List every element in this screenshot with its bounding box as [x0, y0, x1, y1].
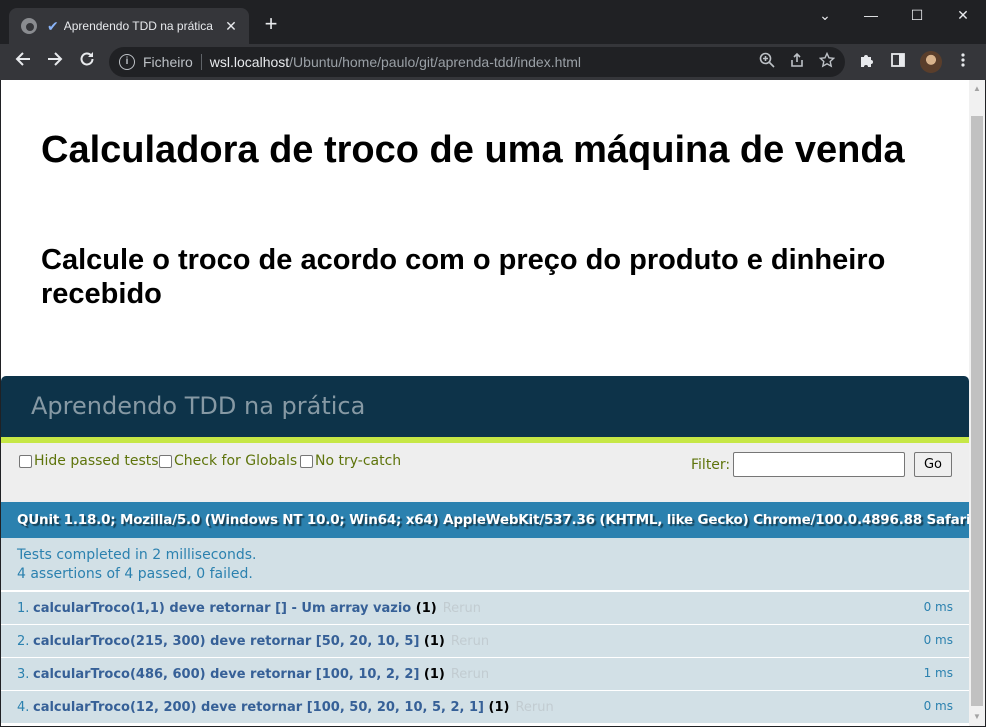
rerun-link[interactable]: Rerun [451, 634, 489, 649]
qunit-user-agent: QUnit 1.18.0; Mozilla/5.0 (Windows NT 10… [1, 502, 969, 538]
scrollbar-thumb[interactable] [971, 116, 983, 706]
info-icon[interactable]: i [119, 54, 135, 70]
test-row[interactable]: 4. calcularTroco(12, 200) deve retornar … [1, 691, 969, 724]
test-row[interactable]: 2. calcularTroco(215, 300) deve retornar… [1, 625, 969, 658]
share-icon[interactable] [789, 52, 805, 72]
forward-arrow-icon[interactable] [41, 48, 69, 76]
profile-avatar[interactable] [920, 51, 942, 73]
test-name[interactable]: calcularTroco(12, 200) deve retornar [10… [33, 700, 554, 715]
browser-window: ✔ Aprendendo TDD na prática ✕ + ⌄ — ☐ ✕ … [0, 0, 986, 727]
browser-toolbar: i Ficheiro wsl.localhost /Ubuntu/home/pa… [0, 44, 986, 80]
page-viewport: Calculadora de troco de uma máquina de v… [1, 80, 969, 726]
filter-input[interactable] [733, 452, 905, 477]
url-path: /Ubuntu/home/paulo/git/aprenda-tdd/index… [289, 54, 582, 70]
kebab-menu-icon[interactable] [953, 52, 973, 72]
page-subtitle: Calcule o troco de acordo com o preço do… [41, 244, 886, 310]
test-assert-count: (1) [415, 601, 437, 616]
page-title: Calculadora de troco de uma máquina de v… [41, 129, 905, 171]
check-globals-label: Check for Globals [174, 453, 298, 469]
test-number: 4. [17, 700, 30, 715]
puzzle-icon[interactable] [857, 52, 877, 72]
rerun-link[interactable]: Rerun [515, 700, 553, 715]
tab-active[interactable]: ✔ Aprendendo TDD na prática ✕ [9, 8, 249, 44]
result-assertions: 4 assertions of 4 passed, 0 failed. [17, 566, 253, 582]
close-window-button[interactable]: ✕ [940, 0, 986, 32]
tab-strip: ✔ Aprendendo TDD na prática ✕ + ⌄ — ☐ ✕ [0, 0, 986, 44]
scroll-down-icon[interactable]: ▼ [969, 710, 985, 724]
test-runtime: 1 ms [923, 666, 953, 680]
new-tab-button[interactable]: + [259, 12, 283, 36]
hide-passed-label: Hide passed tests [34, 453, 159, 469]
rerun-link[interactable]: Rerun [451, 667, 489, 682]
rerun-link[interactable]: Rerun [443, 601, 481, 616]
side-panel-icon[interactable] [888, 52, 908, 72]
result-duration: Tests completed in 2 milliseconds. [17, 547, 257, 563]
url-host: wsl.localhost [209, 54, 290, 70]
no-try-catch-option[interactable]: No try-catch [300, 453, 401, 469]
test-assert-count: (1) [423, 667, 445, 682]
back-arrow-icon[interactable] [9, 48, 37, 76]
hide-passed-option[interactable]: Hide passed tests [19, 453, 159, 469]
minimize-button[interactable]: — [848, 0, 894, 32]
qunit-toolbar: Hide passed tests Check for Globals No t… [1, 443, 969, 502]
reload-icon[interactable] [73, 48, 101, 76]
zoom-icon[interactable] [759, 52, 775, 72]
scroll-up-icon[interactable]: ▲ [969, 82, 985, 96]
hide-passed-checkbox[interactable] [19, 454, 32, 468]
test-row[interactable]: 1. calcularTroco(1,1) deve retornar [] -… [1, 592, 969, 625]
test-row[interactable]: 3. calcularTroco(486, 600) deve retornar… [1, 658, 969, 691]
test-runtime: 0 ms [923, 699, 953, 713]
filter-label: Filter: [691, 457, 731, 473]
test-name[interactable]: calcularTroco(1,1) deve retornar [] - Um… [33, 601, 481, 616]
globe-icon [21, 18, 37, 34]
maximize-button[interactable]: ☐ [894, 0, 940, 32]
no-try-catch-label: No try-catch [315, 453, 402, 469]
test-assert-count: (1) [488, 700, 510, 715]
go-button[interactable]: Go [914, 452, 952, 477]
test-number: 2. [17, 634, 30, 649]
check-globals-checkbox[interactable] [159, 454, 172, 468]
no-try-catch-checkbox[interactable] [300, 454, 313, 468]
test-name[interactable]: calcularTroco(215, 300) deve retornar [5… [33, 634, 489, 649]
tab-close-button[interactable]: ✕ [223, 18, 239, 35]
check-globals-option[interactable]: Check for Globals [159, 453, 297, 469]
vertical-scrollbar[interactable]: ▲ ▼ [969, 80, 985, 726]
star-icon[interactable] [818, 51, 836, 72]
qunit-header[interactable]: Aprendendo TDD na prática [1, 376, 969, 437]
address-separator [200, 54, 202, 70]
address-bar[interactable]: i Ficheiro wsl.localhost /Ubuntu/home/pa… [109, 47, 845, 77]
scheme-label: Ficheiro [143, 54, 193, 70]
checkmark-icon: ✔ [47, 17, 59, 34]
tab-title: Aprendendo TDD na prática [63, 19, 213, 33]
test-assert-count: (1) [423, 634, 445, 649]
test-runtime: 0 ms [923, 600, 953, 614]
tab-search-dropdown-icon[interactable]: ⌄ [802, 0, 848, 32]
qunit-test-result: Tests completed in 2 milliseconds. 4 ass… [1, 538, 969, 591]
test-number: 3. [17, 667, 30, 682]
test-name[interactable]: calcularTroco(486, 600) deve retornar [1… [33, 667, 489, 682]
test-number: 1. [17, 601, 30, 616]
test-runtime: 0 ms [923, 633, 953, 647]
